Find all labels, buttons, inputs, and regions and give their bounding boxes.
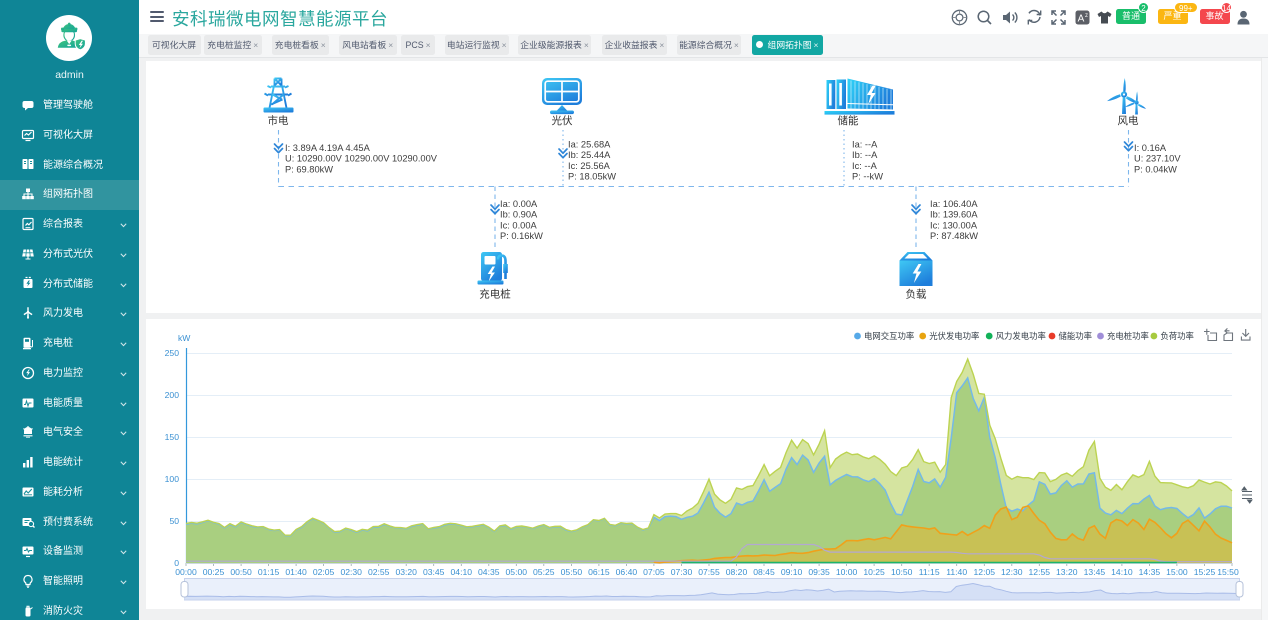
svg-text:150: 150 xyxy=(165,432,180,442)
svg-text:09:35: 09:35 xyxy=(808,567,830,577)
svg-text:P: 0.16kW: P: 0.16kW xyxy=(500,231,543,241)
svg-text:风力发电功率: 风力发电功率 xyxy=(996,331,1046,341)
svg-text:Ic: 0.00A: Ic: 0.00A xyxy=(500,220,537,230)
svg-text:z: z xyxy=(1085,13,1088,19)
svg-text:12:55: 12:55 xyxy=(1029,567,1051,577)
svg-text:00:00: 00:00 xyxy=(175,567,197,577)
svg-text:14:35: 14:35 xyxy=(1139,567,1161,577)
svg-text:14:10: 14:10 xyxy=(1111,567,1133,577)
svg-text:Ic: 130.00A: Ic: 130.00A xyxy=(930,220,978,230)
svg-text:09:10: 09:10 xyxy=(781,567,803,577)
svg-text:Ib: 0.90A: Ib: 0.90A xyxy=(500,210,538,220)
svg-text:Ia: 25.68A: Ia: 25.68A xyxy=(568,140,611,150)
svg-text:05:25: 05:25 xyxy=(533,567,555,577)
svg-text:13:20: 13:20 xyxy=(1056,567,1078,577)
svg-text:15:00: 15:00 xyxy=(1166,567,1188,577)
svg-text:负载: 负载 xyxy=(906,288,927,301)
svg-text:12:05: 12:05 xyxy=(974,567,996,577)
svg-text:02:05: 02:05 xyxy=(313,567,335,577)
svg-text:光伏发电功率: 光伏发电功率 xyxy=(929,331,979,341)
svg-text:08:20: 08:20 xyxy=(726,567,748,577)
svg-text:01:40: 01:40 xyxy=(285,567,307,577)
svg-text:01:15: 01:15 xyxy=(258,567,280,577)
svg-text:15:50: 15:50 xyxy=(1217,567,1239,577)
svg-text:Ib: 25.44A: Ib: 25.44A xyxy=(568,150,611,160)
svg-text:光伏: 光伏 xyxy=(552,114,573,127)
svg-text:U: 10290.00V 10290.00V 10290.0: U: 10290.00V 10290.00V 10290.00V xyxy=(285,154,438,164)
svg-text:Ia: 0.00A: Ia: 0.00A xyxy=(500,199,538,209)
svg-text:13:45: 13:45 xyxy=(1084,567,1106,577)
svg-text:02:55: 02:55 xyxy=(368,567,390,577)
svg-text:风电: 风电 xyxy=(1118,114,1140,127)
svg-text:08:45: 08:45 xyxy=(753,567,775,577)
svg-text:10:25: 10:25 xyxy=(863,567,885,577)
svg-text:I: 3.89A 4.19A 4.45A: I: 3.89A 4.19A 4.45A xyxy=(285,143,371,153)
svg-text:05:00: 05:00 xyxy=(506,567,528,577)
svg-text:06:15: 06:15 xyxy=(588,567,610,577)
svg-text:Ic: --A: Ic: --A xyxy=(852,161,878,171)
svg-text:P: 0.04kW: P: 0.04kW xyxy=(1134,164,1177,174)
svg-text:负荷功率: 负荷功率 xyxy=(1160,331,1194,341)
svg-text:250: 250 xyxy=(165,348,180,358)
svg-text:11:15: 11:15 xyxy=(919,567,940,577)
svg-text:50: 50 xyxy=(169,516,179,526)
svg-text:07:30: 07:30 xyxy=(671,567,693,577)
svg-text:A: A xyxy=(1078,14,1085,25)
svg-text:03:45: 03:45 xyxy=(423,567,445,577)
svg-text:Ia: 106.40A: Ia: 106.40A xyxy=(930,199,978,209)
svg-text:P: --kW: P: --kW xyxy=(852,172,883,182)
svg-text:Ic: 25.56A: Ic: 25.56A xyxy=(568,161,611,171)
svg-text:储能功率: 储能功率 xyxy=(1059,331,1093,341)
svg-text:P: 69.80kW: P: 69.80kW xyxy=(285,164,333,174)
svg-text:市电: 市电 xyxy=(268,114,289,127)
svg-text:00:50: 00:50 xyxy=(230,567,252,577)
svg-text:充电桩功率: 充电桩功率 xyxy=(1107,331,1149,341)
svg-text:P: 87.48kW: P: 87.48kW xyxy=(930,231,978,241)
svg-text:15:25: 15:25 xyxy=(1194,567,1216,577)
svg-text:充电桩: 充电桩 xyxy=(479,288,511,301)
svg-text:电网交互功率: 电网交互功率 xyxy=(864,331,914,341)
svg-text:06:40: 06:40 xyxy=(616,567,638,577)
svg-text:02:30: 02:30 xyxy=(340,567,362,577)
svg-text:04:10: 04:10 xyxy=(451,567,473,577)
svg-text:03:20: 03:20 xyxy=(395,567,417,577)
svg-text:kW: kW xyxy=(178,333,191,343)
svg-text:P: 18.05kW: P: 18.05kW xyxy=(568,172,616,182)
svg-text:Ib: 139.60A: Ib: 139.60A xyxy=(930,210,978,220)
svg-text:07:05: 07:05 xyxy=(643,567,665,577)
svg-text:10:00: 10:00 xyxy=(836,567,858,577)
svg-text:12:30: 12:30 xyxy=(1001,567,1023,577)
svg-text:I: 0.16A: I: 0.16A xyxy=(1134,143,1167,153)
svg-text:Ia: --A: Ia: --A xyxy=(852,140,878,150)
svg-text:11:40: 11:40 xyxy=(946,567,967,577)
svg-text:U: 237.10V: U: 237.10V xyxy=(1134,154,1181,164)
svg-text:Ib: --A: Ib: --A xyxy=(852,150,878,160)
svg-text:200: 200 xyxy=(165,390,180,400)
svg-text:100: 100 xyxy=(165,474,180,484)
svg-text:10:50: 10:50 xyxy=(891,567,913,577)
svg-text:07:55: 07:55 xyxy=(698,567,720,577)
svg-text:00:25: 00:25 xyxy=(203,567,225,577)
svg-text:05:50: 05:50 xyxy=(561,567,583,577)
svg-text:储能: 储能 xyxy=(838,114,859,127)
svg-text:04:35: 04:35 xyxy=(478,567,500,577)
